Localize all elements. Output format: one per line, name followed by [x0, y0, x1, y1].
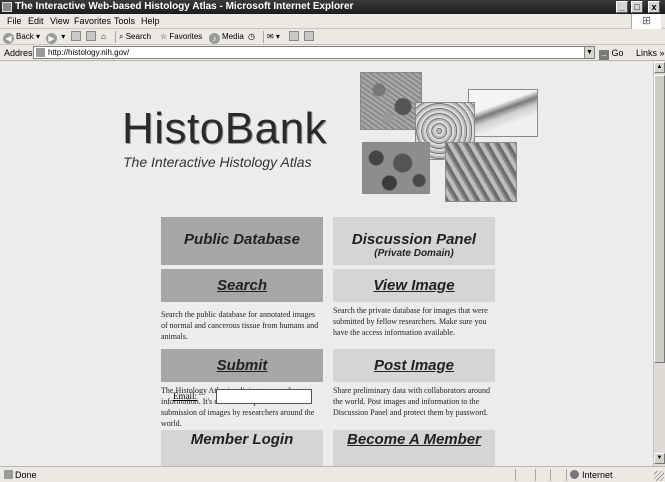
- star-icon: ☆: [160, 32, 168, 41]
- menu-edit[interactable]: Edit: [28, 15, 44, 28]
- links-label: Links: [636, 48, 658, 58]
- vertical-scrollbar[interactable]: ▲ ▼: [653, 62, 665, 466]
- status-text: Done: [4, 468, 37, 482]
- status-cell: [535, 469, 536, 481]
- search-description: Search the public database for annotated…: [161, 310, 319, 341]
- globe-icon: [570, 470, 579, 479]
- submit-link-label: Submit: [216, 357, 268, 374]
- status-done-label: Done: [15, 470, 37, 480]
- resize-grip-icon[interactable]: [654, 471, 664, 481]
- tissue-image: [468, 89, 538, 137]
- search-button[interactable]: ⌕ Search: [119, 30, 151, 44]
- page-viewport: HistoBank The Interactive Histology Atla…: [0, 62, 653, 466]
- mail-button[interactable]: ✉ ▾: [267, 30, 280, 44]
- search-icon: ⌕: [119, 32, 124, 41]
- stop-button[interactable]: [71, 30, 81, 44]
- status-bar: Done Internet: [0, 466, 665, 482]
- view-image-link-label: View Image: [373, 277, 455, 294]
- email-label: Email:: [173, 391, 197, 401]
- history-icon: ◷: [248, 32, 255, 41]
- menu-favorites[interactable]: Favorites: [74, 15, 111, 28]
- address-bar: Address http://histology.nih.gov/ ▼ → Go…: [0, 45, 665, 61]
- favorites-button[interactable]: ☆ Favorites: [160, 30, 202, 44]
- scroll-thumb[interactable]: [654, 75, 665, 363]
- print-icon: [289, 31, 299, 41]
- links-button[interactable]: Links »: [636, 46, 665, 60]
- media-button[interactable]: ♪ Media: [209, 30, 244, 44]
- forward-arrow-icon: ▶: [46, 33, 57, 44]
- mail-icon: ✉: [267, 32, 274, 41]
- menu-bar: File Edit View Favorites Tools Help ⊞: [0, 14, 665, 29]
- windows-logo-icon: ⊞: [631, 14, 661, 29]
- become-member-link[interactable]: Become A Member: [333, 430, 495, 466]
- forward-button[interactable]: ▶ ▾: [46, 30, 65, 44]
- logo-subtitle: The Interactive Histology Atlas: [123, 154, 312, 170]
- public-database-panel[interactable]: Public Database: [161, 217, 323, 265]
- edit-icon: [304, 31, 314, 41]
- print-button[interactable]: [289, 30, 299, 44]
- window-title: The Interactive Web-based Histology Atla…: [15, 1, 354, 12]
- view-image-description: Search the private database for images t…: [333, 306, 488, 337]
- submit-link[interactable]: Submit: [161, 349, 323, 382]
- post-image-link[interactable]: Post Image: [333, 349, 495, 382]
- back-button[interactable]: ◀ Back ▾: [3, 30, 40, 44]
- refresh-icon: [86, 31, 96, 41]
- close-button[interactable]: x: [648, 1, 660, 13]
- post-image-link-label: Post Image: [373, 357, 455, 374]
- favorites-label: Favorites: [169, 32, 203, 41]
- menu-help[interactable]: Help: [141, 15, 160, 28]
- page-done-icon: [4, 470, 13, 479]
- discussion-panel-sublabel: (Private Domain): [374, 248, 454, 259]
- post-image-description: Share preliminary data with collaborator…: [333, 386, 491, 417]
- refresh-button[interactable]: [86, 30, 96, 44]
- maximize-button[interactable]: □: [631, 1, 643, 13]
- title-bar: The Interactive Web-based Histology Atla…: [0, 0, 665, 14]
- minimize-button[interactable]: _: [616, 1, 628, 13]
- zone-label: Internet: [582, 470, 613, 480]
- address-url: http://histology.nih.gov/: [48, 48, 130, 57]
- stop-icon: [71, 31, 81, 41]
- member-login-panel: Member Login: [161, 430, 323, 466]
- edit-button[interactable]: [304, 30, 314, 44]
- go-label: Go: [611, 48, 624, 58]
- view-image-link[interactable]: View Image: [333, 269, 495, 302]
- media-label: Media: [222, 32, 244, 41]
- toolbar: ◀ Back ▾ ▶ ▾ ⌂ ⌕ Search ☆ Favorites ♪ Medi…: [0, 29, 665, 45]
- search-label: Search: [125, 32, 152, 41]
- discussion-panel-label: Discussion Panel: [351, 231, 477, 248]
- go-button[interactable]: → Go: [599, 46, 624, 60]
- email-field[interactable]: [216, 389, 312, 404]
- home-icon: ⌂: [101, 32, 106, 41]
- member-login-heading: Member Login: [190, 431, 294, 448]
- back-label: Back: [16, 32, 34, 41]
- menu-file[interactable]: File: [7, 15, 22, 28]
- search-link[interactable]: Search: [161, 269, 323, 302]
- address-dropdown-button[interactable]: ▼: [584, 46, 595, 59]
- status-cell: [566, 469, 567, 481]
- public-database-label: Public Database: [184, 231, 300, 248]
- scroll-up-button[interactable]: ▲: [654, 62, 665, 73]
- status-cell: [515, 469, 516, 481]
- tissue-image-collage: [360, 72, 540, 202]
- tissue-image: [445, 142, 517, 202]
- home-button[interactable]: ⌂: [101, 30, 106, 44]
- page-icon: [36, 48, 45, 57]
- search-link-label: Search: [216, 277, 268, 294]
- become-member-label: Become A Member: [347, 431, 481, 448]
- logo-title: HistoBank: [122, 104, 328, 153]
- address-input[interactable]: http://histology.nih.gov/: [33, 46, 594, 59]
- status-cell: [550, 469, 551, 481]
- history-button[interactable]: ◷: [248, 30, 255, 44]
- menu-view[interactable]: View: [50, 15, 69, 28]
- scroll-down-button[interactable]: ▼: [654, 453, 665, 464]
- go-arrow-icon: →: [599, 50, 609, 60]
- menu-tools[interactable]: Tools: [114, 15, 135, 28]
- back-arrow-icon: ◀: [3, 33, 14, 44]
- tissue-image: [362, 142, 430, 194]
- security-zone: Internet: [570, 468, 613, 482]
- tissue-image: [360, 72, 422, 130]
- discussion-panel[interactable]: Discussion Panel (Private Domain): [333, 217, 495, 265]
- media-icon: ♪: [209, 33, 220, 44]
- ie-icon: [2, 2, 12, 12]
